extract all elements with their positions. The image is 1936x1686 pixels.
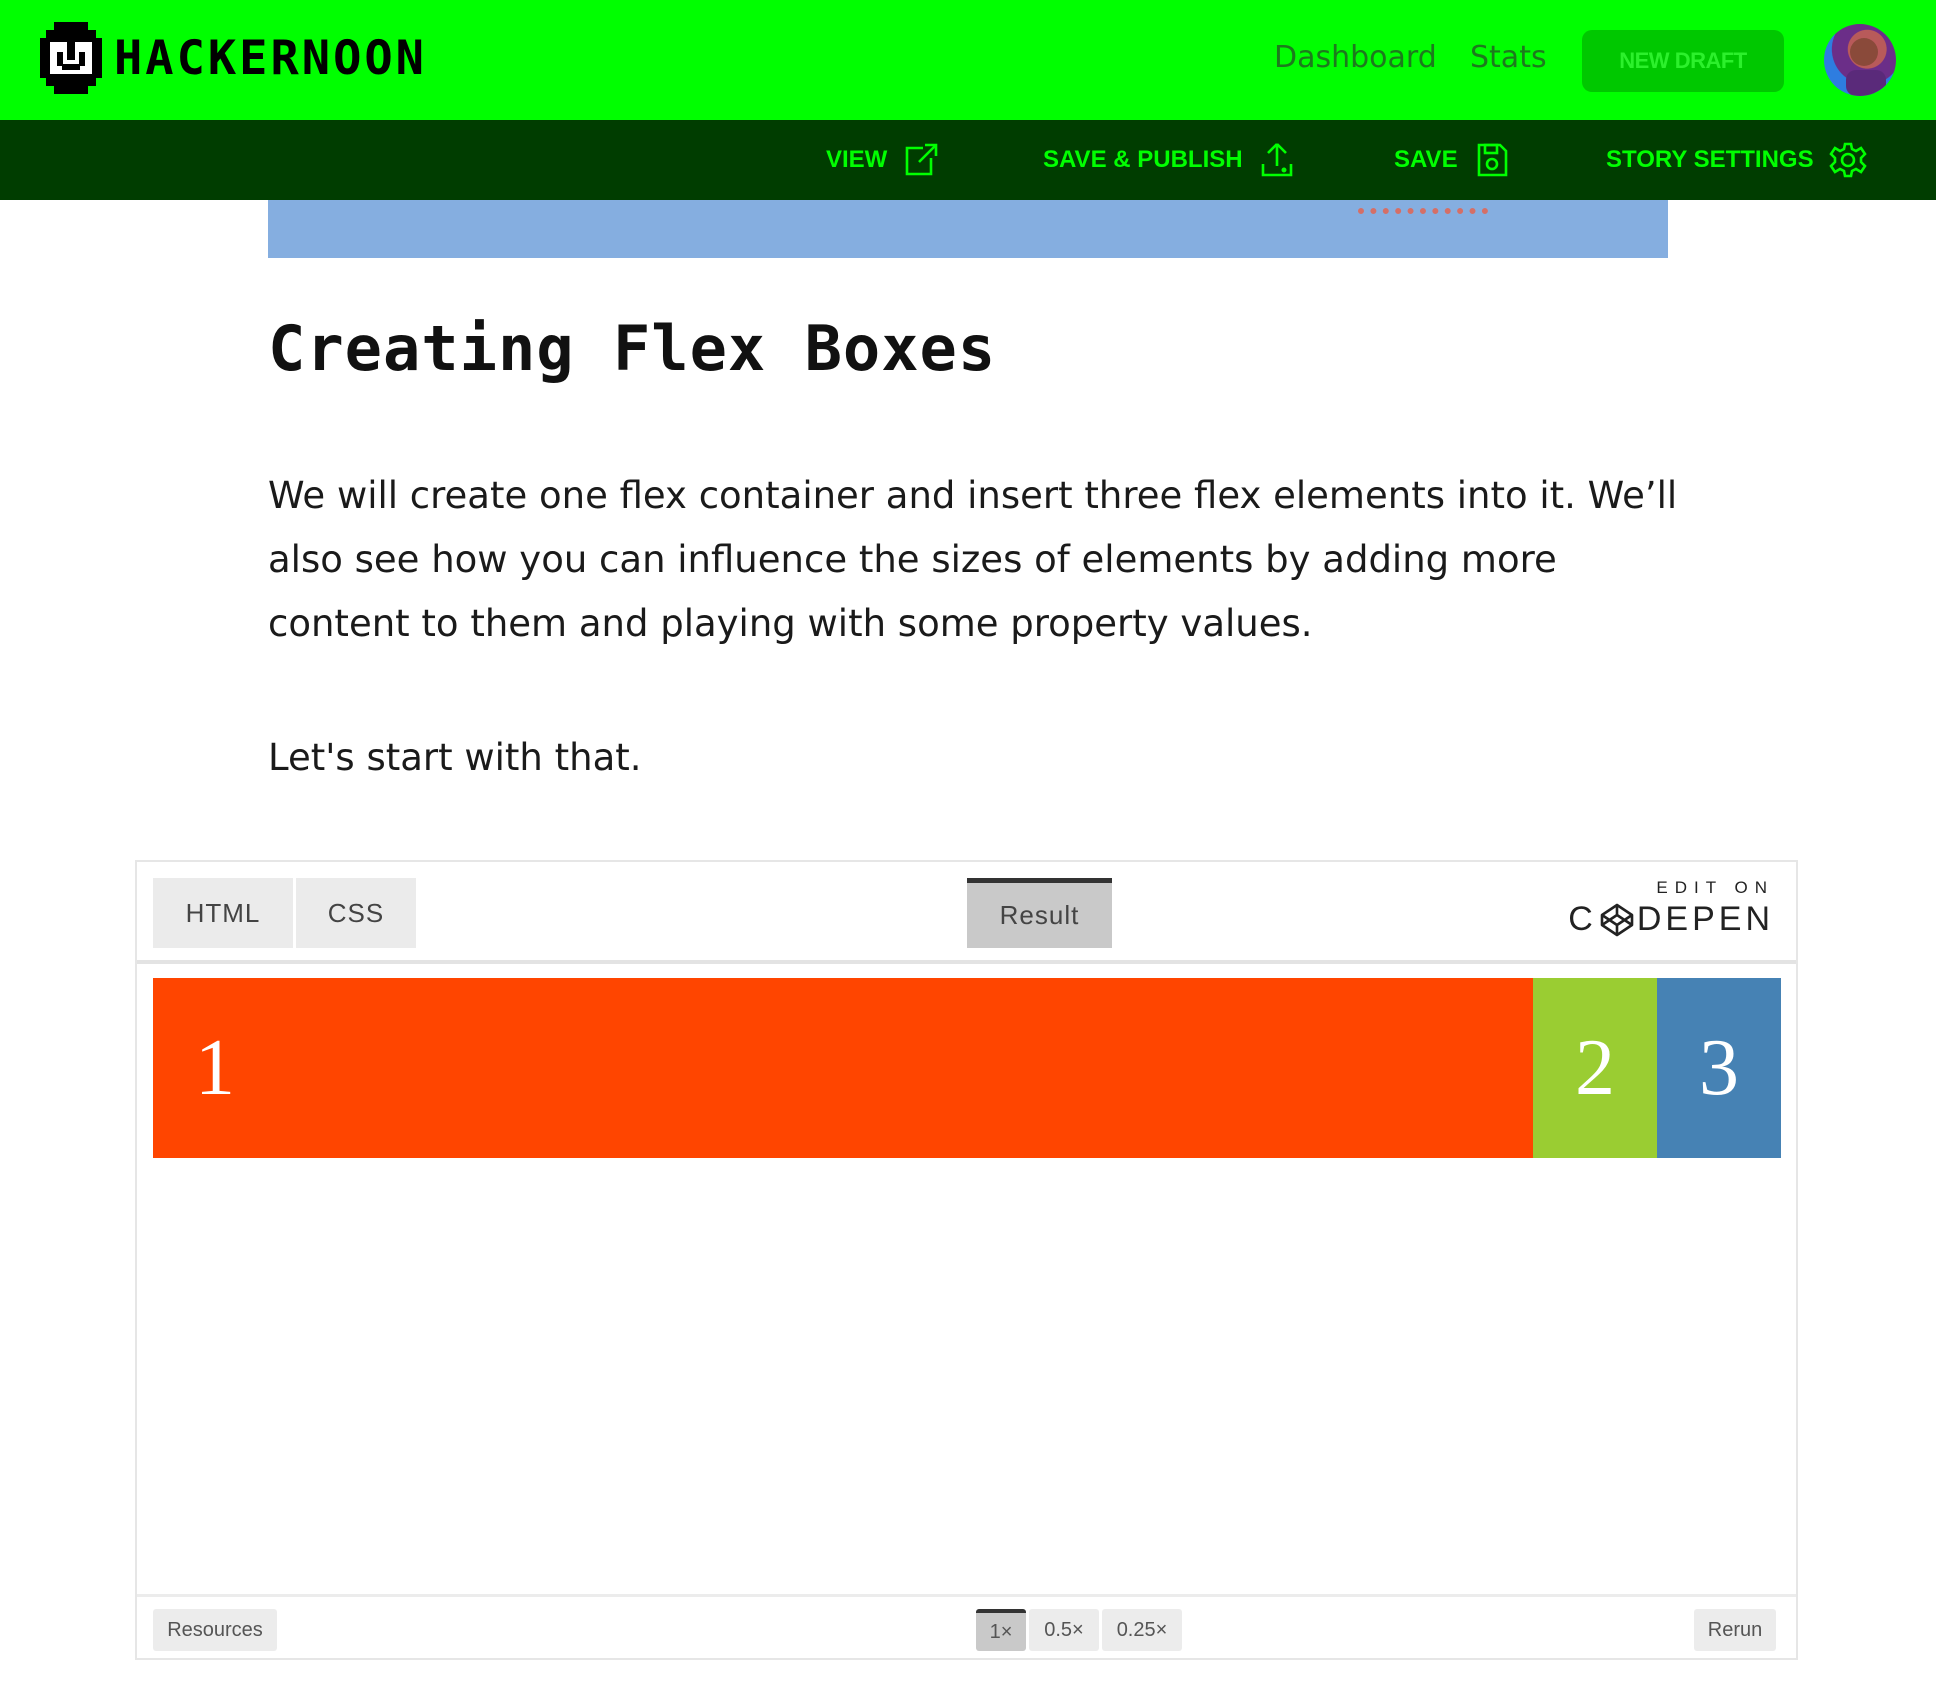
flex-item-3: 3 bbox=[1657, 978, 1781, 1158]
article-paragraph: Let's start with that. bbox=[268, 736, 642, 779]
nav-dashboard[interactable]: Dashboard bbox=[1274, 40, 1437, 75]
rerun-button[interactable]: Rerun bbox=[1694, 1609, 1776, 1651]
editor-action-bar: VIEW SAVE & PUBLISH SAVE STORY SETTINGS bbox=[0, 120, 1936, 200]
cover-image-detail bbox=[1358, 200, 1488, 214]
zoom-0-5x-button[interactable]: 0.5× bbox=[1029, 1609, 1099, 1651]
save-button[interactable]: SAVE bbox=[1394, 138, 1512, 182]
upload-icon bbox=[1261, 143, 1292, 177]
flex-item-2: 2 bbox=[1533, 978, 1657, 1158]
hackernoon-helmet-icon bbox=[40, 22, 102, 94]
avatar-face-icon bbox=[1846, 38, 1886, 96]
codepen-wordmark-start: C bbox=[1568, 900, 1597, 938]
edit-on-label: EDIT ON bbox=[1656, 878, 1774, 897]
zoom-1x-button[interactable]: 1× bbox=[976, 1609, 1026, 1651]
codepen-embed: HTML CSS Result EDIT ON C DEPEN 1 2 3 Re… bbox=[135, 860, 1798, 1660]
article-paragraph: We will create one flex container and in… bbox=[268, 474, 1678, 645]
edit-on-codepen-link[interactable]: EDIT ON C DEPEN bbox=[1568, 878, 1774, 939]
flex-container-preview: 1 2 3 bbox=[153, 978, 1781, 1158]
codepen-footer: Resources 1× 0.5× 0.25× Rerun bbox=[137, 1594, 1796, 1658]
save-publish-button[interactable]: SAVE & PUBLISH bbox=[1043, 138, 1297, 182]
floppy-disk-icon bbox=[1477, 143, 1507, 177]
nav-stats[interactable]: Stats bbox=[1470, 40, 1547, 75]
brand-wordmark: HACKERNOON bbox=[114, 30, 427, 86]
view-button[interactable]: VIEW bbox=[826, 138, 941, 182]
tab-result[interactable]: Result bbox=[967, 878, 1112, 948]
zoom-0-25x-button[interactable]: 0.25× bbox=[1102, 1609, 1182, 1651]
codepen-toolbar: HTML CSS Result EDIT ON C DEPEN bbox=[137, 862, 1796, 964]
story-settings-label: STORY SETTINGS bbox=[1606, 146, 1814, 173]
resources-button[interactable]: Resources bbox=[153, 1609, 277, 1651]
save-publish-label: SAVE & PUBLISH bbox=[1043, 146, 1243, 173]
section-heading: Creating Flex Boxes bbox=[268, 312, 997, 385]
top-navbar: HACKERNOON Dashboard Stats NEW DRAFT bbox=[0, 0, 1936, 120]
codepen-cube-icon bbox=[1600, 903, 1634, 936]
view-label: VIEW bbox=[826, 146, 888, 173]
new-draft-button[interactable]: NEW DRAFT bbox=[1582, 30, 1784, 92]
gear-icon bbox=[1828, 142, 1867, 178]
external-link-icon bbox=[906, 143, 938, 176]
story-settings-button[interactable]: STORY SETTINGS bbox=[1606, 138, 1868, 182]
codepen-wordmark: C DEPEN bbox=[1568, 900, 1774, 939]
codepen-wordmark-end: DEPEN bbox=[1636, 900, 1774, 938]
tab-css[interactable]: CSS bbox=[296, 878, 416, 948]
save-label: SAVE bbox=[1394, 146, 1458, 173]
cover-image bbox=[268, 200, 1668, 258]
flex-item-1: 1 bbox=[153, 978, 1533, 1158]
hackernoon-logo[interactable]: HACKERNOON bbox=[40, 22, 427, 94]
user-avatar[interactable] bbox=[1824, 24, 1896, 96]
tab-html[interactable]: HTML bbox=[153, 878, 293, 948]
